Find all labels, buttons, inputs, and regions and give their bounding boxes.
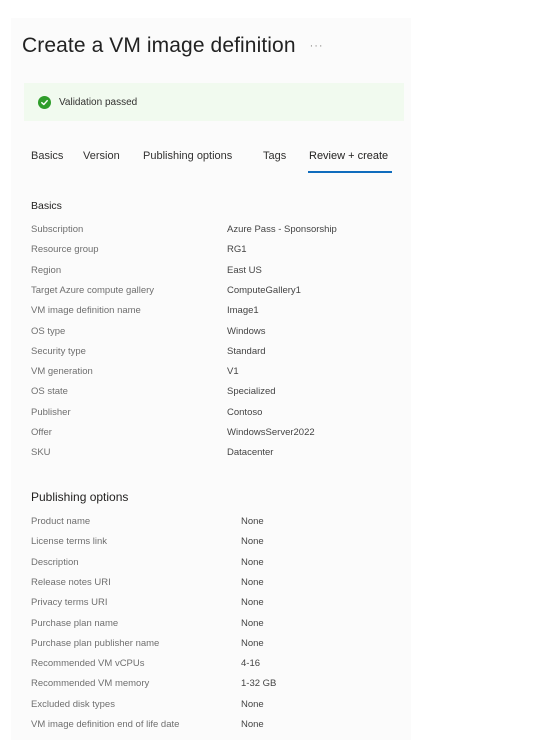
detail-label: VM generation xyxy=(31,366,93,378)
detail-row: Excluded disk types None xyxy=(31,699,391,715)
detail-label: VM image definition end of life date xyxy=(31,719,180,730)
detail-row: OS state Specialized xyxy=(31,386,391,402)
detail-value: Standard xyxy=(227,345,266,357)
detail-row: Offer WindowsServer2022 xyxy=(31,427,391,443)
detail-value: Image1 xyxy=(227,305,259,317)
detail-label: Target Azure compute gallery xyxy=(31,284,155,296)
detail-value: V1 xyxy=(227,366,239,378)
page-title: Create a VM image definition xyxy=(22,34,296,57)
detail-row: Region East US xyxy=(31,265,391,281)
tab-tags[interactable]: Tags xyxy=(263,150,286,162)
detail-row: Description None xyxy=(31,557,391,573)
validation-banner: Validation passed xyxy=(24,83,404,121)
tab-version[interactable]: Version xyxy=(83,150,120,162)
detail-row: Target Azure compute gallery ComputeGalle… xyxy=(31,285,391,301)
detail-value: None xyxy=(241,576,264,588)
detail-row: Recommended VM memory 1-32 GB xyxy=(31,678,391,694)
detail-value: None xyxy=(241,719,264,730)
detail-value: None xyxy=(241,536,264,548)
detail-value: 1-32 GB xyxy=(241,678,277,690)
detail-row: Product name None xyxy=(31,516,391,532)
detail-row: Recommended VM vCPUs 4-16 xyxy=(31,658,391,674)
detail-row: Security type Standard xyxy=(31,346,391,362)
tab-review-create[interactable]: Review + create xyxy=(309,150,388,162)
detail-value: East US xyxy=(227,264,262,276)
detail-value: None xyxy=(241,617,264,629)
detail-row: SKU Datacenter xyxy=(31,447,391,463)
detail-value: Specialized xyxy=(227,386,276,398)
detail-label: Recommended VM vCPUs xyxy=(31,658,145,670)
detail-row: Subscription Azure Pass - Sponsorship xyxy=(31,224,391,240)
detail-row: VM generation V1 xyxy=(31,366,391,382)
detail-value: 4-16 xyxy=(241,658,261,670)
detail-label: Recommended VM memory xyxy=(31,678,150,690)
detail-label: Description xyxy=(31,556,79,568)
detail-value: Datacenter xyxy=(227,447,274,459)
detail-row: License terms link None xyxy=(31,536,391,552)
detail-label: Privacy terms URI xyxy=(31,597,108,609)
detail-row: Purchase plan name None xyxy=(31,618,391,634)
validation-status: Validation passed xyxy=(59,96,138,108)
detail-row: VM image definition name Image1 xyxy=(31,305,391,321)
detail-label: Product name xyxy=(31,516,91,527)
detail-row: Privacy terms URI None xyxy=(31,597,391,613)
detail-value: Windows xyxy=(227,325,266,337)
detail-label: Purchase plan name xyxy=(31,617,119,629)
detail-label: Security type xyxy=(31,345,86,357)
detail-label: Offer xyxy=(31,427,52,438)
detail-label: Region xyxy=(31,264,62,276)
detail-value: None xyxy=(241,597,264,609)
detail-label: Excluded disk types xyxy=(31,698,115,710)
detail-label: Publisher xyxy=(31,406,71,418)
detail-label: Purchase plan publisher name xyxy=(31,637,160,649)
detail-label: License terms link xyxy=(31,536,108,548)
detail-value: WindowsServer2022 xyxy=(227,427,315,438)
detail-row: Publisher Contoso xyxy=(31,407,391,423)
detail-label: Release notes URI xyxy=(31,576,111,588)
detail-value: ComputeGallery1 xyxy=(227,284,301,296)
detail-value: None xyxy=(241,556,264,568)
basics-section-title: Basics xyxy=(31,200,62,212)
detail-label: SKU xyxy=(31,447,51,459)
detail-row: Release notes URI None xyxy=(31,577,391,593)
tab-basics[interactable]: Basics xyxy=(31,150,63,162)
detail-label: VM image definition name xyxy=(31,305,141,317)
detail-label: Resource group xyxy=(31,244,99,256)
tab-publishing-options[interactable]: Publishing options xyxy=(143,150,232,162)
check-circle-icon xyxy=(38,95,51,109)
active-tab-indicator xyxy=(308,171,392,173)
detail-label: OS state xyxy=(31,386,68,398)
page-header: Create a VM image definition ··· xyxy=(22,34,324,58)
detail-label: OS type xyxy=(31,325,66,337)
detail-row: VM image definition end of life date None xyxy=(31,719,391,735)
detail-value: None xyxy=(241,516,264,527)
publishing-section-title: Publishing options xyxy=(31,490,129,504)
detail-value: Contoso xyxy=(227,406,263,418)
review-panel: Create a VM image definition ··· Validat… xyxy=(11,18,411,740)
detail-row: Resource group RG1 xyxy=(31,244,391,260)
detail-label: Subscription xyxy=(31,224,84,235)
more-options-button[interactable]: ··· xyxy=(310,40,324,52)
detail-value: Azure Pass - Sponsorship xyxy=(227,224,337,235)
detail-row: OS type Windows xyxy=(31,326,391,342)
detail-row: Purchase plan publisher name None xyxy=(31,638,391,654)
detail-value: None xyxy=(241,698,264,710)
detail-value: RG1 xyxy=(227,244,247,256)
detail-value: None xyxy=(241,637,264,649)
